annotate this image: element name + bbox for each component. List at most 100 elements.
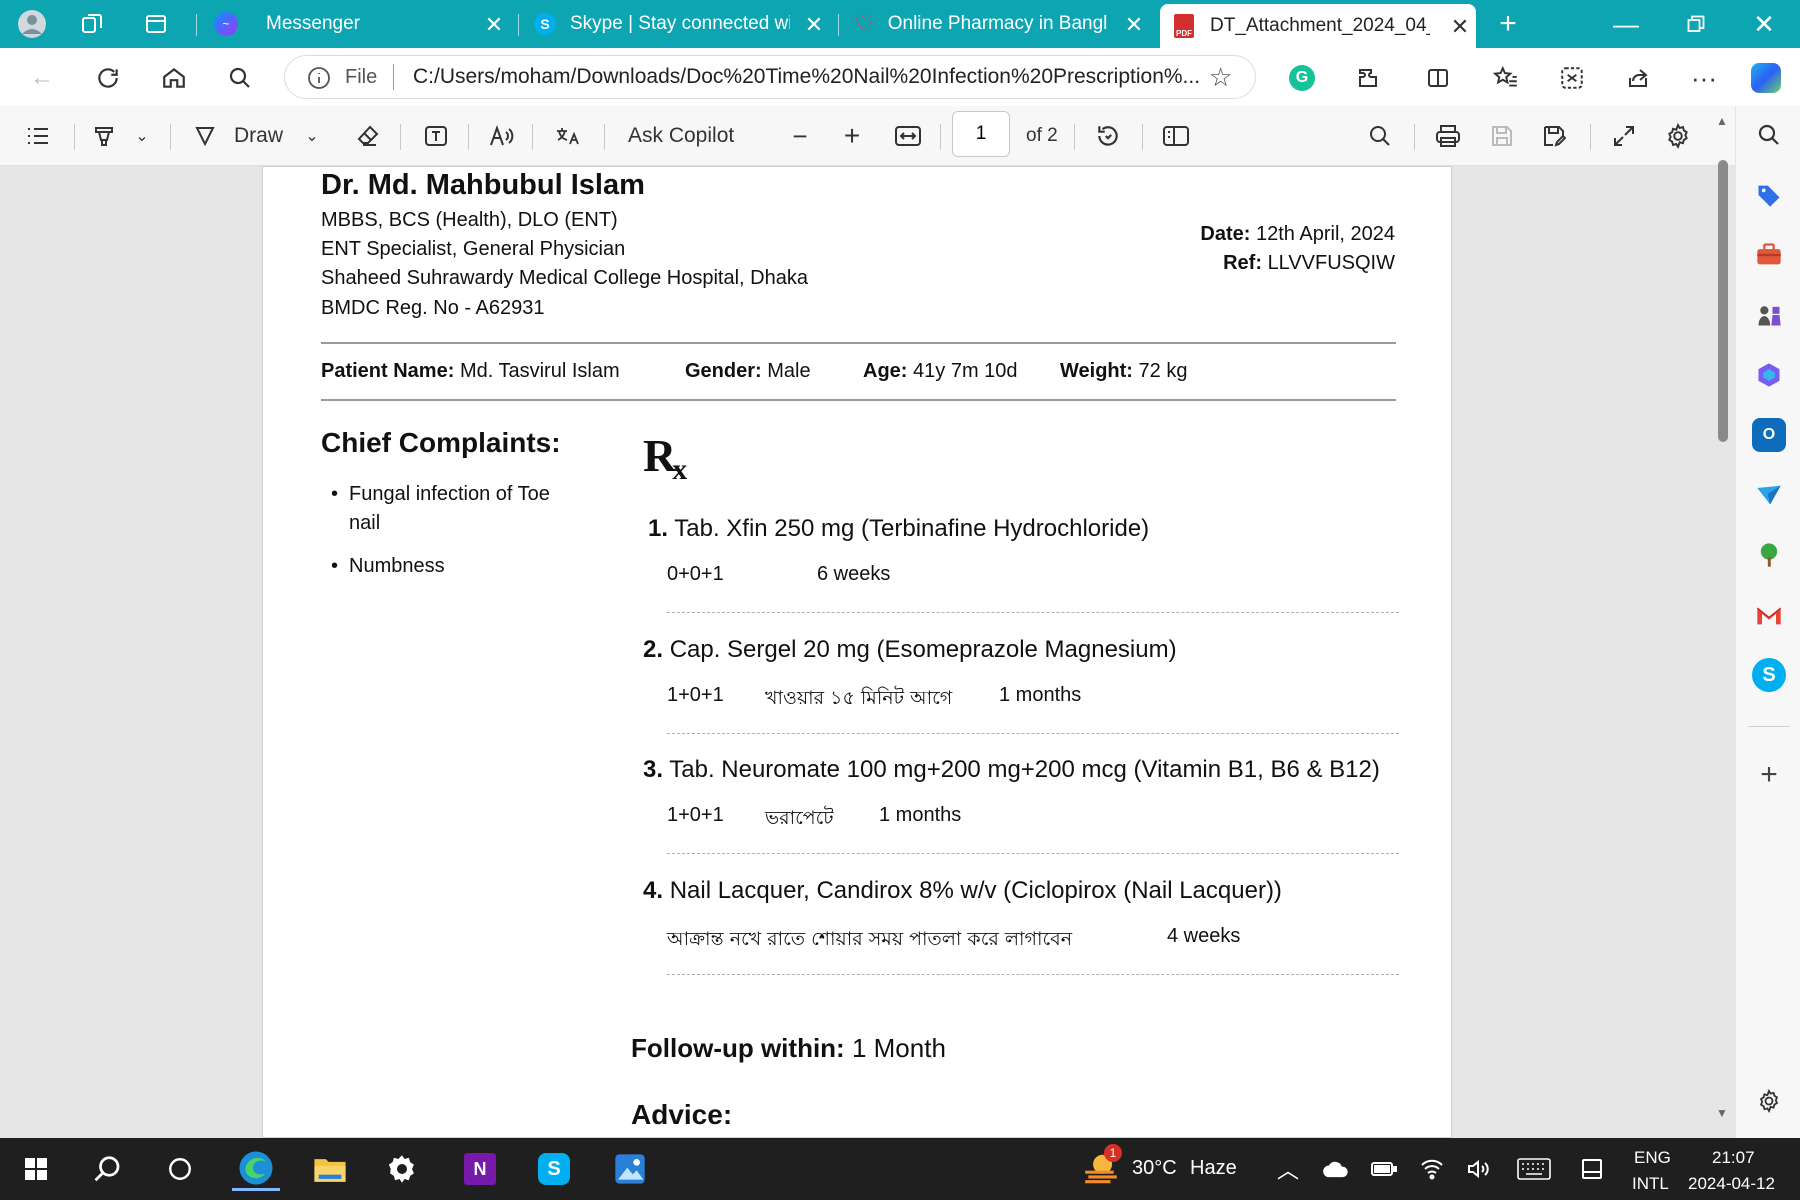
more-options-icon[interactable]: ··· bbox=[1686, 60, 1722, 96]
pdf-viewer-area[interactable]: Dr. Md. Mahbubul Islam MBBS, BCS (Health… bbox=[0, 166, 1735, 1138]
rx-symbol: Rx bbox=[643, 429, 691, 486]
search-icon[interactable] bbox=[222, 60, 258, 96]
ask-copilot-button[interactable]: Ask Copilot bbox=[628, 120, 734, 152]
page-number-input[interactable]: 1 bbox=[952, 111, 1010, 157]
tab-skype[interactable]: S Skype | Stay connected with ✕ bbox=[530, 6, 830, 42]
vertical-scrollbar[interactable]: ▲ ▼ bbox=[1713, 108, 1733, 1126]
grammarly-icon[interactable]: G bbox=[1284, 60, 1320, 96]
tab-actions-icon[interactable] bbox=[140, 8, 172, 40]
edge-taskbar-icon[interactable] bbox=[232, 1147, 280, 1191]
input-language-code[interactable]: ENG bbox=[1634, 1148, 1671, 1168]
back-arrow-icon[interactable]: ← bbox=[24, 60, 60, 96]
clock-time[interactable]: 21:07 bbox=[1712, 1148, 1755, 1168]
sidebar-settings-gear-icon[interactable] bbox=[1752, 1084, 1786, 1118]
close-tab-icon[interactable]: ✕ bbox=[1122, 12, 1146, 38]
games-chess-icon[interactable] bbox=[1752, 298, 1786, 332]
tab-dt-attachment[interactable]: PDF DT_Attachment_2024_04_12 ✕ bbox=[1160, 4, 1476, 48]
fit-to-width-icon[interactable] bbox=[892, 120, 924, 152]
read-aloud-icon[interactable] bbox=[486, 120, 518, 152]
save-icon[interactable] bbox=[1486, 120, 1518, 152]
scrollbar-thumb[interactable] bbox=[1718, 160, 1728, 442]
extensions-icon[interactable] bbox=[1350, 60, 1386, 96]
profile-avatar-icon[interactable] bbox=[16, 8, 48, 40]
taskbar-search-icon[interactable] bbox=[84, 1147, 132, 1191]
workspaces-icon[interactable] bbox=[76, 8, 108, 40]
zoom-in-icon[interactable]: + bbox=[838, 120, 866, 152]
minimize-window-icon[interactable]: — bbox=[1610, 8, 1642, 40]
onedrive-cloud-icon[interactable] bbox=[1312, 1147, 1360, 1191]
divider bbox=[321, 399, 1396, 401]
draw-dropdown-chevron-icon[interactable]: ⌄ bbox=[300, 120, 324, 152]
skype-sidebar-icon[interactable]: S bbox=[1752, 658, 1786, 692]
favorites-icon[interactable] bbox=[1488, 60, 1524, 96]
wifi-icon[interactable] bbox=[1408, 1147, 1456, 1191]
home-icon[interactable] bbox=[156, 60, 192, 96]
zoom-out-icon[interactable]: − bbox=[786, 120, 814, 152]
restore-window-icon[interactable] bbox=[1680, 8, 1712, 40]
show-hidden-icons-chevron-icon[interactable]: ︿ bbox=[1264, 1147, 1312, 1191]
microsoft365-icon[interactable] bbox=[1752, 358, 1786, 392]
collections-icon[interactable] bbox=[1554, 60, 1590, 96]
medicine-duration: 4 weeks bbox=[1167, 925, 1241, 947]
close-tab-icon[interactable]: ✕ bbox=[1448, 14, 1472, 40]
volume-icon[interactable] bbox=[1454, 1147, 1502, 1191]
scroll-up-arrow-icon[interactable]: ▲ bbox=[1716, 114, 1728, 128]
find-in-pdf-icon[interactable] bbox=[1364, 120, 1396, 152]
weight-value: 72 kg bbox=[1138, 360, 1188, 382]
follow-up-value: 1 Month bbox=[851, 1033, 946, 1063]
close-tab-icon[interactable]: ✕ bbox=[802, 12, 826, 38]
tree-icon[interactable] bbox=[1752, 538, 1786, 572]
tools-briefcase-icon[interactable] bbox=[1752, 238, 1786, 272]
close-tab-icon[interactable]: ✕ bbox=[482, 12, 506, 38]
draw-button[interactable]: Draw bbox=[234, 120, 283, 152]
task-view-icon[interactable] bbox=[156, 1147, 204, 1191]
refresh-icon[interactable] bbox=[90, 60, 126, 96]
sidebar-search-icon[interactable] bbox=[1752, 118, 1786, 152]
split-screen-icon[interactable] bbox=[1420, 60, 1456, 96]
gmail-icon[interactable] bbox=[1752, 598, 1786, 632]
medicine-duration: 1 months bbox=[999, 684, 1082, 706]
patient-name: Patient Name: Md. Tasvirul Islam bbox=[321, 360, 620, 383]
outlook-icon[interactable]: O bbox=[1752, 418, 1786, 452]
add-sidebar-app-icon[interactable]: + bbox=[1752, 758, 1786, 792]
share-icon[interactable] bbox=[1620, 60, 1656, 96]
save-as-icon[interactable] bbox=[1538, 120, 1570, 152]
url-field[interactable]: File C:/Users/moham/Downloads/Doc%20Time… bbox=[284, 55, 1256, 99]
fullscreen-icon[interactable] bbox=[1608, 120, 1640, 152]
tablet-mode-icon[interactable] bbox=[1568, 1147, 1616, 1191]
shopping-tag-icon[interactable] bbox=[1752, 178, 1786, 212]
add-text-icon[interactable] bbox=[420, 120, 452, 152]
touch-keyboard-icon[interactable] bbox=[1510, 1147, 1558, 1191]
tab-online-pharmacy[interactable]: ♡ Online Pharmacy in Banglad ✕ bbox=[850, 6, 1150, 42]
battery-icon[interactable] bbox=[1360, 1147, 1408, 1191]
skype-taskbar-icon[interactable]: S bbox=[530, 1147, 578, 1191]
highlight-dropdown-chevron-icon[interactable]: ⌄ bbox=[130, 120, 154, 152]
highlight-icon[interactable] bbox=[88, 120, 120, 152]
divider bbox=[667, 612, 1399, 613]
windows-start-icon[interactable] bbox=[12, 1147, 60, 1191]
input-language-layout[interactable]: INTL bbox=[1632, 1174, 1669, 1194]
close-window-icon[interactable]: ✕ bbox=[1748, 8, 1780, 40]
translate-icon[interactable] bbox=[552, 120, 586, 152]
settings-taskbar-gear-icon[interactable] bbox=[378, 1147, 426, 1191]
rotate-icon[interactable] bbox=[1092, 120, 1124, 152]
clock-date[interactable]: 2024-04-12 bbox=[1688, 1174, 1775, 1194]
medicine-number: 4. bbox=[643, 877, 664, 904]
tab-messenger[interactable]: ~ Messenger ✕ bbox=[210, 6, 510, 42]
favorite-star-icon[interactable]: ☆ bbox=[1209, 62, 1232, 93]
drop-send-icon[interactable] bbox=[1752, 478, 1786, 512]
onenote-icon[interactable]: N bbox=[456, 1147, 504, 1191]
ref-value: LLVVFUSQIW bbox=[1267, 252, 1395, 274]
photos-icon[interactable] bbox=[606, 1147, 654, 1191]
print-icon[interactable] bbox=[1432, 120, 1464, 152]
info-icon[interactable] bbox=[307, 66, 331, 95]
table-of-contents-icon[interactable] bbox=[22, 120, 54, 152]
copilot-icon[interactable] bbox=[1748, 60, 1784, 96]
new-tab-icon[interactable]: + bbox=[1492, 7, 1524, 40]
page-view-icon[interactable] bbox=[1160, 120, 1192, 152]
scroll-down-arrow-icon[interactable]: ▼ bbox=[1716, 1106, 1728, 1120]
draw-icon[interactable] bbox=[190, 120, 220, 152]
eraser-icon[interactable] bbox=[352, 120, 384, 152]
pdf-settings-gear-icon[interactable] bbox=[1662, 120, 1694, 152]
file-explorer-icon[interactable] bbox=[306, 1147, 354, 1191]
